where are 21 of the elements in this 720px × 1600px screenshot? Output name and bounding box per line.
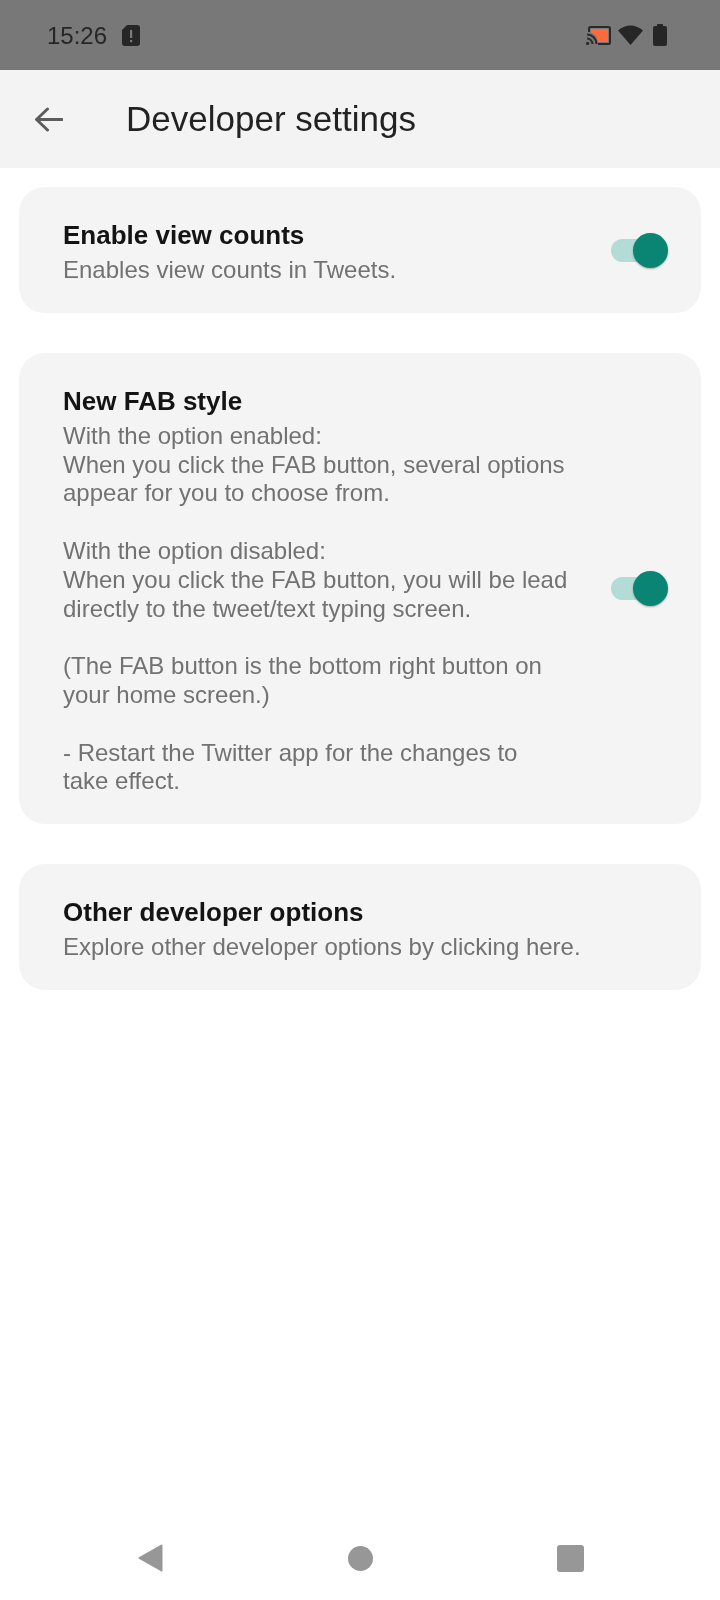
setting-description: Explore other developer options by clicking here.	[63, 933, 582, 962]
setting-title: Other developer options	[63, 896, 365, 930]
wifi-icon	[618, 25, 643, 45]
setting-card[interactable]: Other developer options Explore other developer options by clicking here.	[19, 864, 701, 990]
cast-icon	[586, 25, 611, 45]
recents-square-icon	[556, 1544, 584, 1572]
setting-description: With the option enabled: When you click the FAB button, several options appear for you to choose from. With the option disabled: When you click the FAB button, you will be lead directly to the tweet/text typing screen. (The FAB button is the bottom right button on your home screen.) - Restart the Twitter app for the changes to take effect.	[63, 421, 569, 797]
setting-title: Enable view counts	[63, 219, 306, 252]
toggle-switch[interactable]	[611, 571, 668, 607]
back-triangle-icon	[137, 1544, 163, 1572]
status-time: 15:26	[47, 24, 108, 48]
battery-icon	[653, 24, 667, 46]
page-title: Developer settings	[126, 98, 416, 140]
toggle-switch[interactable]	[611, 232, 668, 268]
back-arrow-icon	[33, 106, 63, 132]
setting-card[interactable]: Enable view counts Enables view counts in Tweets.	[19, 187, 701, 313]
setting-title: New FAB style	[63, 384, 244, 418]
sim-card-alert-icon	[122, 24, 141, 46]
setting-card[interactable]	[19, 352, 701, 825]
setting-description: Enables view counts in Tweets.	[63, 256, 398, 285]
home-circle-icon	[347, 1545, 373, 1571]
